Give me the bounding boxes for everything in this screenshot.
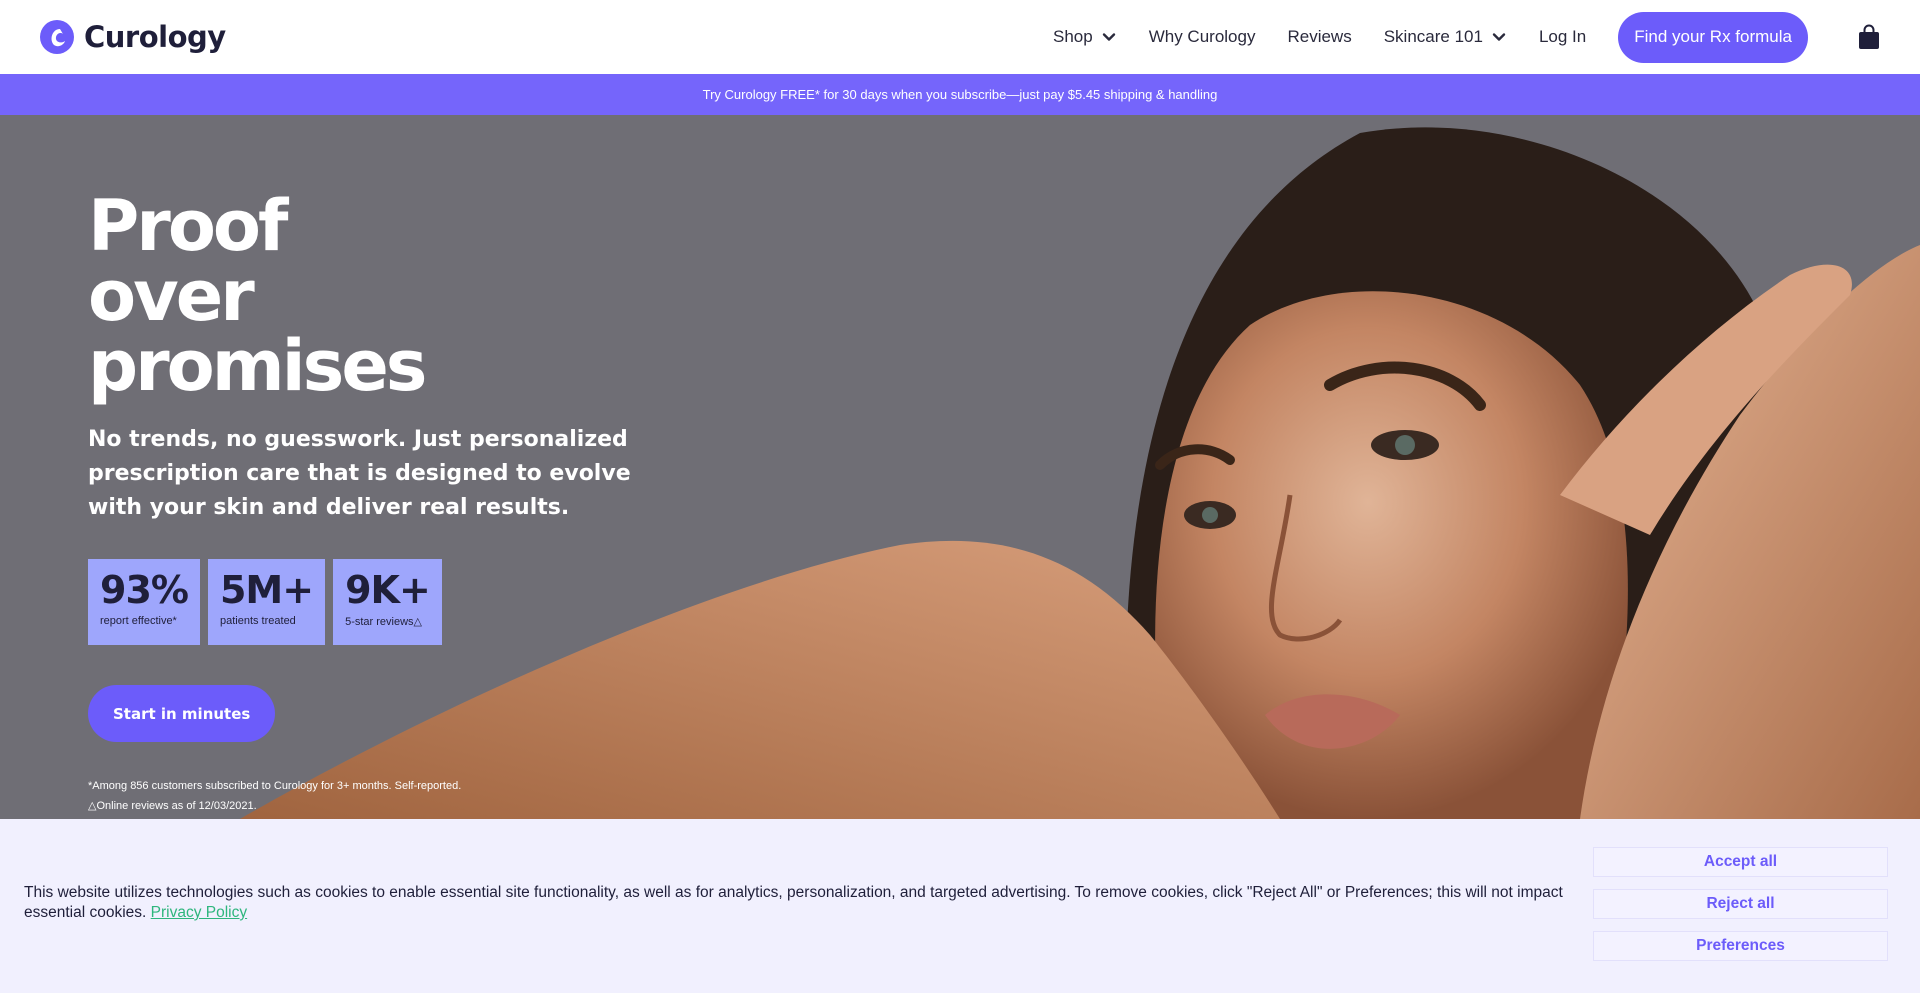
nav-login-label: Log In	[1538, 27, 1587, 46]
cookie-actions: Accept all Reject all Preferences	[1593, 847, 1888, 961]
promo-banner[interactable]: Try Curology FREE* for 30 days when you …	[0, 74, 1920, 115]
stat-card: 93% report effective*	[88, 559, 200, 645]
hero-content: Proof over promises No trends, no guessw…	[88, 191, 648, 816]
stats-row: 93% report effective* 5M+ patients treat…	[88, 559, 648, 645]
hero-section: Proof over promises No trends, no guessw…	[0, 115, 1920, 819]
nav-why-label: Why Curology	[1148, 27, 1256, 46]
chevron-down-icon	[1492, 33, 1506, 41]
nav-log-in[interactable]: Log In	[1539, 27, 1586, 47]
logo-text: Curology	[84, 20, 226, 54]
chevron-down-icon	[1102, 33, 1115, 41]
privacy-policy-link[interactable]: Privacy Policy	[151, 904, 247, 921]
shopping-bag-icon[interactable]	[1858, 24, 1880, 50]
footnote: *Among 856 customers subscribed to Curol…	[88, 780, 462, 792]
stat-label: report effective*	[100, 615, 177, 627]
curology-logo-icon	[40, 20, 74, 54]
stat-card: 5M+ patients treated	[207, 559, 326, 645]
stat-value: 5M+	[219, 568, 314, 612]
reject-all-button[interactable]: Reject all	[1593, 889, 1888, 919]
start-in-minutes-button[interactable]: Start in minutes	[88, 685, 276, 742]
nav-skincare-label: Skincare 101	[1383, 27, 1483, 46]
cookie-message-text: This website utilizes technologies such …	[24, 884, 1563, 921]
logo[interactable]: Curology	[40, 20, 226, 54]
stat-value: 9K+	[345, 568, 431, 612]
nav-reviews-label: Reviews	[1287, 27, 1352, 46]
stat-card: 9K+ 5-star reviews△	[333, 559, 442, 645]
accept-all-button[interactable]: Accept all	[1593, 847, 1888, 877]
stat-value: 93%	[100, 568, 189, 612]
cookie-banner: This website utilizes technologies such …	[0, 819, 1920, 993]
hero-title: Proof over promises	[88, 185, 427, 407]
find-rx-formula-button[interactable]: Find your Rx formula	[1618, 11, 1808, 63]
hero-subtitle: No trends, no guesswork. Just personaliz…	[88, 427, 631, 520]
footnote: △Online reviews as of 12/03/2021.	[88, 800, 257, 812]
main-nav: Shop Why Curology Reviews Skincare 101 L…	[1021, 0, 1880, 74]
preferences-button[interactable]: Preferences	[1593, 931, 1888, 961]
promo-text: Try Curology FREE* for 30 days when you …	[702, 87, 1218, 102]
nav-why-curology[interactable]: Why Curology	[1149, 27, 1256, 47]
stat-label: patients treated	[219, 615, 296, 627]
nav-shop-label: Shop	[1053, 27, 1093, 46]
hero-footnotes: *Among 856 customers subscribed to Curol…	[88, 776, 648, 816]
site-header: Curology Shop Why Curology Reviews Skinc…	[0, 0, 1920, 74]
nav-skincare-101[interactable]: Skincare 101	[1384, 27, 1507, 47]
nav-shop[interactable]: Shop	[1053, 27, 1117, 47]
cookie-message: This website utilizes technologies such …	[24, 883, 1574, 923]
nav-reviews[interactable]: Reviews	[1287, 27, 1351, 47]
stat-label: 5-star reviews△	[345, 616, 422, 628]
